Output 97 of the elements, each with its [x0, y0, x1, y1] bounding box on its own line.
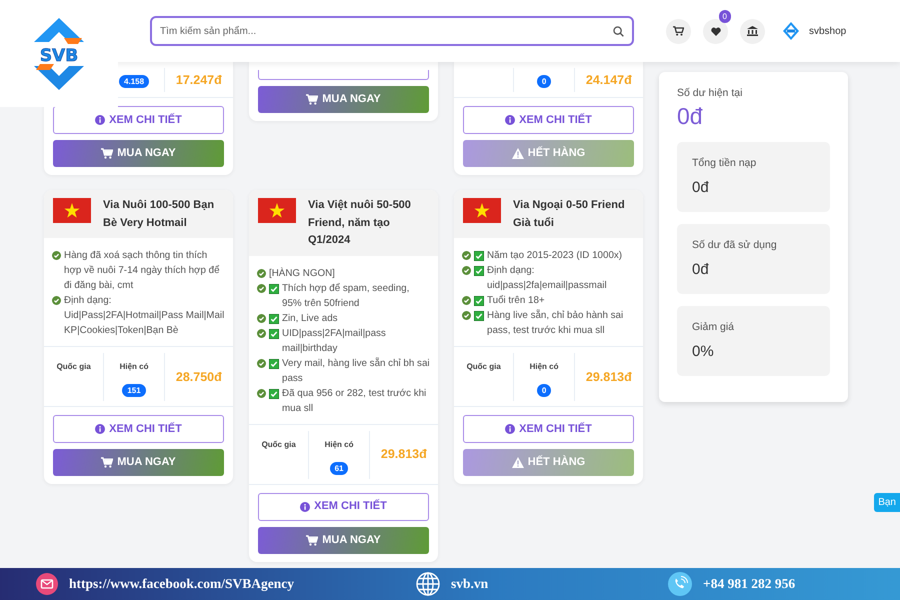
sold-out-button[interactable]: HẾT HÀNG	[463, 449, 634, 476]
feature-text: [HÀNG NGON]	[269, 266, 336, 280]
sold-out-button[interactable]: HẾT HÀNG	[463, 140, 634, 167]
cart-icon	[306, 94, 318, 105]
cart-icon	[101, 148, 114, 159]
check-circle-icon	[257, 268, 266, 278]
heart-icon	[710, 26, 720, 36]
contact-text: +84 981 282 956	[703, 574, 796, 593]
feature-text: Very mail, hàng live sẵn chỉ bh sai pass	[282, 356, 430, 386]
stat-label: Tổng tiền nạp	[692, 156, 758, 171]
buy-button[interactable]: MUA NGAY	[53, 449, 224, 476]
mail-icon	[36, 573, 58, 595]
bank-icon	[747, 26, 758, 36]
feature-text: Zin, Live ads	[282, 312, 339, 326]
price: 17.247đ	[174, 72, 223, 89]
logo-icon	[783, 22, 799, 40]
stock-count: 151	[122, 384, 146, 397]
logo: SVB	[24, 16, 94, 92]
stock-count: 0	[536, 75, 552, 88]
cart-button[interactable]	[666, 18, 691, 44]
details-button[interactable]	[258, 70, 429, 80]
cart-icon	[101, 457, 114, 468]
details-button[interactable]: XEM CHI TIẾT	[258, 492, 429, 520]
wishlist-button[interactable]	[703, 18, 728, 44]
stat-label: Hiện có	[324, 438, 354, 450]
feature-text: Hàng live sẵn, chỉ bảo hành sai pass, test trước khi mua sll	[487, 308, 624, 338]
warning-icon	[512, 457, 524, 468]
feature-text: UID|pass|2FA|mail|pass mail|birthday	[282, 326, 387, 356]
search-icon[interactable]	[613, 26, 624, 37]
info-icon	[95, 424, 106, 434]
search-field[interactable]: Tìm kiếm sản phẩm...	[150, 16, 634, 46]
info-icon	[505, 115, 516, 125]
details-button[interactable]: XEM CHI TIẾT	[463, 415, 634, 443]
stat-label: Số dư đã sử dụng	[692, 238, 778, 253]
check-circle-icon	[257, 314, 266, 322]
cart-icon	[673, 26, 684, 36]
check-circle-icon	[462, 251, 471, 260]
check-circle-icon	[462, 311, 471, 320]
check-circle-icon	[257, 388, 266, 398]
check-circle-icon	[257, 284, 266, 292]
feature-text: Năm tạo 2015-2023 (ID 1000x)	[487, 249, 624, 263]
stock-count: 0	[536, 384, 552, 397]
product-title: Via Nuôi 100-500 Bạn Bè Very Hotmail	[103, 198, 216, 230]
details-button[interactable]: XEM CHI TIẾT	[463, 106, 634, 134]
stat-label: Hiện có	[530, 361, 558, 373]
globe-icon	[416, 572, 440, 596]
feature-text: Định dạng: uid|pass|2fa|email|passmail	[487, 264, 608, 293]
flag-icon	[53, 198, 91, 223]
info-icon	[95, 115, 106, 125]
wishlist-count: 0	[718, 10, 731, 22]
feature-text: Thích hợp để spam, seeding, 95% trên 50friend	[282, 282, 410, 310]
price: 29.813đ	[380, 446, 428, 464]
feature-text: Tuổi trên 18+	[487, 294, 546, 308]
stock-count: 61	[330, 462, 348, 474]
details-button[interactable]: XEM CHI TIẾT	[53, 106, 224, 134]
flag-icon	[463, 198, 501, 223]
username: svbshop	[809, 24, 846, 38]
stat-value: 0đ	[692, 260, 710, 280]
check-circle-icon	[52, 251, 61, 260]
product-title: Via Việt nuôi 50-500 Friend, năm tạo Q1/2024	[308, 198, 412, 248]
stat-label: Giảm giá	[692, 320, 736, 335]
stat-label: Hiện có	[120, 361, 148, 373]
stock-count: 4.158	[119, 75, 150, 88]
check-circle-icon	[462, 266, 471, 275]
stat-value: 0%	[692, 342, 715, 362]
stat-label: Quốc gia	[56, 361, 91, 373]
stat-value: 0đ	[692, 178, 710, 198]
price: 24.147đ	[584, 72, 633, 89]
check-circle-icon	[52, 296, 61, 305]
phone-icon	[668, 572, 692, 596]
buy-button[interactable]: MUA NGAY	[258, 86, 429, 113]
balance-value: 0đ	[677, 102, 704, 130]
info-icon	[505, 424, 516, 434]
info-icon	[300, 502, 310, 512]
buy-button[interactable]: MUA NGAY	[53, 140, 224, 167]
price: 28.750đ	[174, 368, 223, 386]
contact-text: https://www.facebook.com/SVBAgency	[69, 574, 294, 593]
check-circle-icon	[257, 358, 266, 368]
chat-tab[interactable]: Bạn	[874, 493, 900, 512]
user-menu[interactable]: svbshop	[783, 22, 846, 40]
feature-text: Đã qua 956 or 282, test trước khi mua sll	[282, 386, 428, 416]
balance-label: Số dư hiện tại	[677, 86, 744, 101]
contact-text: svb.vn	[451, 574, 488, 593]
feature-text: Hàng đã xoá sạch thông tin thích hợp về nuôi 7-14 ngày thích hợp để đi đăng bài, cmt	[64, 249, 221, 293]
price: 29.813đ	[584, 368, 633, 386]
stat-label: Quốc gia	[466, 361, 501, 373]
check-circle-icon	[462, 296, 471, 305]
product-title: Via Ngoại 0-50 Friend Già tuổi	[513, 198, 626, 230]
cart-icon	[306, 534, 318, 546]
bank-button[interactable]	[740, 18, 765, 44]
check-circle-icon	[257, 328, 266, 338]
feature-text: Định dạng: Uid|Pass|2FA|Hotmail|Pass Mail|Mail KP|Cookies|Token|Bạn Bè	[64, 294, 225, 338]
flag-icon	[258, 198, 296, 223]
buy-button[interactable]: MUA NGAY	[258, 526, 429, 554]
warning-icon	[512, 148, 524, 159]
stat-label: Quốc gia	[262, 438, 296, 450]
details-button[interactable]: XEM CHI TIẾT	[53, 415, 224, 443]
